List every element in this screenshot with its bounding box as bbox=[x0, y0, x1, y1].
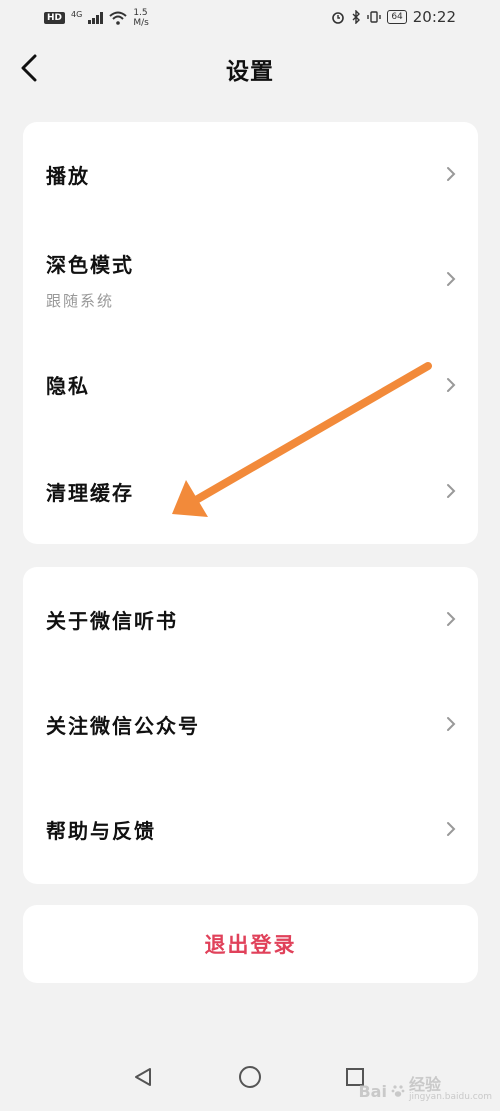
hd-badge: HD bbox=[44, 12, 66, 24]
chevron-right-icon bbox=[447, 272, 456, 286]
signal-icon bbox=[88, 12, 104, 24]
network-type: 4G bbox=[71, 9, 83, 19]
status-bar: HD 4G 1.5 M/s 64 20:22 bbox=[0, 0, 500, 36]
watermark-text: 经验 jingyan.baidu.com bbox=[408, 1075, 492, 1103]
settings-item-label: 播放 bbox=[46, 164, 90, 188]
status-bar-right: 64 20:22 bbox=[331, 8, 456, 26]
settings-item-label: 关于微信听书 bbox=[46, 609, 178, 633]
watermark-domain: jingyan.baidu.com bbox=[408, 1092, 492, 1102]
settings-item-follow-official-account[interactable]: 关注微信公众号 bbox=[23, 672, 478, 777]
nav-home-button[interactable] bbox=[235, 1062, 265, 1092]
settings-item-privacy[interactable]: 隐私 bbox=[23, 337, 478, 437]
bluetooth-icon bbox=[352, 10, 361, 24]
settings-item-playback[interactable]: 播放 bbox=[23, 122, 478, 227]
settings-item-subtitle: 跟随系统 bbox=[46, 292, 115, 310]
watermark-brand: Bai bbox=[358, 1081, 387, 1101]
speed-unit: M/s bbox=[133, 18, 149, 28]
chevron-right-icon bbox=[447, 484, 456, 498]
settings-item-clear-cache[interactable]: 清理缓存 bbox=[23, 437, 478, 544]
baidu-watermark: Bai 经验 jingyan.baidu.com bbox=[358, 1075, 492, 1103]
settings-group-general: 播放 深色模式 跟随系统 隐私 清理缓存 bbox=[23, 122, 478, 544]
settings-item-label: 清理缓存 bbox=[46, 481, 134, 505]
settings-item-label: 深色模式 bbox=[46, 253, 134, 277]
vibrate-icon bbox=[367, 11, 382, 23]
paw-icon bbox=[391, 1085, 405, 1097]
watermark-brand2: 经验 bbox=[408, 1075, 441, 1094]
settings-item-about[interactable]: 关于微信听书 bbox=[23, 567, 478, 672]
nav-back-button[interactable] bbox=[128, 1062, 158, 1092]
settings-item-help-feedback[interactable]: 帮助与反馈 bbox=[23, 777, 478, 884]
triangle-back-icon bbox=[135, 1068, 151, 1086]
chevron-right-icon bbox=[447, 822, 456, 836]
alarm-icon bbox=[332, 12, 345, 24]
settings-group-about: 关于微信听书 关注微信公众号 帮助与反馈 bbox=[23, 567, 478, 884]
chevron-right-icon bbox=[447, 167, 456, 181]
settings-item-label: 关注微信公众号 bbox=[46, 714, 200, 738]
battery-icon: 64 bbox=[387, 10, 407, 24]
logout-button[interactable]: 退出登录 bbox=[23, 929, 478, 959]
chevron-right-icon bbox=[447, 378, 456, 392]
chevron-right-icon bbox=[447, 612, 456, 626]
settings-item-dark-mode[interactable]: 深色模式 跟随系统 bbox=[23, 227, 478, 337]
circle-home-icon bbox=[239, 1066, 261, 1088]
chevron-right-icon bbox=[447, 717, 456, 731]
settings-item-label: 隐私 bbox=[46, 374, 90, 398]
speed-value: 1.5 bbox=[133, 8, 148, 18]
settings-item-label: 帮助与反馈 bbox=[46, 819, 156, 843]
status-time: 20:22 bbox=[412, 8, 456, 26]
wifi-icon bbox=[109, 11, 127, 25]
page-title: 设置 bbox=[226, 59, 274, 85]
network-speed: 1.5 M/s bbox=[133, 8, 149, 28]
status-bar-left: HD 4G 1.5 M/s bbox=[44, 8, 149, 28]
logout-card: 退出登录 bbox=[23, 905, 478, 983]
